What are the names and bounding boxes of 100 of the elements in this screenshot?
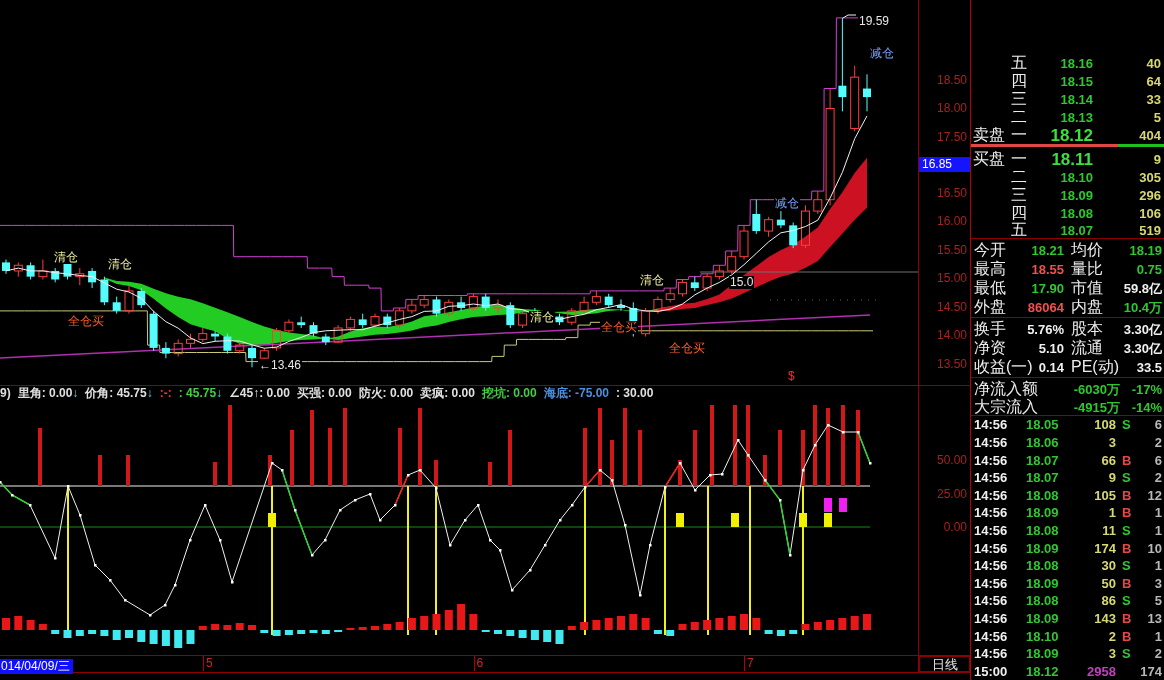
stat-value: 59.8亿 [1123,279,1162,298]
stat-label: 换手 [974,319,1006,340]
trade-price: 18.06 [1026,435,1060,450]
trade-time: 14:56 [974,558,1009,574]
bid-volume: 305 [1138,169,1161,185]
stat-label: 内盘 [1071,297,1103,318]
trade-volume: 86 [1100,593,1116,609]
trade-volume: 108 [1093,417,1116,433]
price-axis-label: 17.50 [936,130,967,144]
trade-side: B [1122,610,1132,626]
trend-arrow: ↓ [72,386,79,400]
trend-arrow: ↓ [216,386,223,400]
side-label: 买盘 [973,150,1005,168]
trade-volume: 11 [1101,522,1116,538]
trade-side: B [1122,505,1132,521]
trade-count: 2 [1153,470,1162,486]
price-axis-label: 14.50 [936,300,967,314]
price-axis-label: 16.50 [936,186,967,200]
trade-volume: 30 [1100,558,1116,574]
trade-count: 1 [1153,558,1162,574]
trade-volume: 66 [1100,452,1116,468]
trade-price: 18.12 [1026,663,1060,679]
month-label: 6 [473,656,484,671]
month-label: 5 [203,656,213,671]
trade-time: 14:56 [974,628,1009,644]
marker-label: $ [787,370,796,383]
ask-volume: 404 [1138,128,1161,144]
bid-price: 18.10 [1059,169,1093,185]
ask-price: 18.12 [1049,125,1093,146]
level-label: 二 [1011,107,1028,128]
trade-side: S [1122,646,1131,662]
trade-count: 5 [1153,593,1162,609]
trade-volume: 50 [1100,575,1116,591]
trade-time: 14:56 [974,417,1009,433]
trade-time: 14:56 [974,593,1009,609]
flow-amount: -4915万 [1072,398,1120,417]
trade-side: B [1122,452,1132,468]
level-label: 四 [1011,71,1028,92]
trade-volume: 1 [1107,505,1116,521]
indicator-axis-label: 50.00 [936,453,967,467]
bid-volume: 9 [1152,152,1161,168]
trade-time: 14:56 [974,470,1009,486]
stat-label: 最低 [974,278,1006,299]
trade-time: 14:56 [974,435,1009,450]
level-label: 三 [1011,89,1028,110]
trade-time: 14:56 [974,575,1009,591]
flow-percent: -17% [1130,382,1162,398]
trade-volume: 174 [1093,540,1116,556]
stat-value: 0.75 [1136,262,1162,278]
trade-side: B [1122,540,1132,556]
trade-side: S [1122,593,1131,609]
stat-label: 外盘 [974,297,1006,318]
stat-value: 33.5 [1136,360,1162,376]
level-label: 四 [1011,202,1028,222]
stat-value: 18.21 [1031,243,1064,259]
flow-amount: -6030万 [1072,380,1120,399]
trade-volume: 2 [1107,628,1116,644]
trade-volume: 105 [1093,487,1116,503]
period-button[interactable]: 日线 [919,656,970,672]
bid-volume: 106 [1138,205,1161,221]
trade-count: 1 [1153,505,1162,521]
trade-price: 18.08 [1026,593,1060,609]
trade-volume: 3 [1107,435,1116,450]
trade-price: 18.07 [1026,470,1060,486]
flow-label: 净流入额 [974,379,1039,398]
stat-label: 均价 [1071,240,1103,261]
side-label: 卖盘 [973,126,1005,144]
price-axis-label: 16.00 [936,214,967,228]
trade-price: 18.08 [1026,487,1060,503]
level-label: 一 [1011,125,1028,146]
stat-value: 17.90 [1031,281,1064,297]
ask-price: 18.15 [1059,74,1093,90]
indicator-reading: 价角: 45.75 [85,384,147,402]
bid-volume: 296 [1138,187,1161,203]
trade-side: S [1122,470,1131,486]
trade-price: 18.07 [1026,452,1060,468]
trade-price: 18.09 [1026,575,1060,591]
indicator-axis-label: 0.00 [943,520,967,534]
ask-volume: 40 [1145,56,1161,72]
trade-time: 14:56 [974,522,1009,538]
level-label: 五 [1011,220,1028,241]
price-axis-label: 18.50 [936,73,967,87]
trade-count: 13 [1146,610,1162,626]
stat-label: 流通 [1071,338,1103,359]
level-label: 三 [1011,184,1028,205]
stat-value: 3.30亿 [1123,320,1162,339]
trade-time: 15:00 [974,663,1009,679]
price-axis-label: 14.00 [936,328,967,342]
flow-label: 大宗流入 [974,397,1039,418]
stat-label: 市值 [1071,278,1103,299]
trade-side: S [1122,522,1131,538]
trade-side: B [1122,487,1132,503]
trade-price: 18.09 [1026,646,1060,662]
trade-price: 18.09 [1026,505,1060,521]
trade-count: 1 [1153,522,1162,538]
indicator-reading: 里角: 0.00 [17,384,73,402]
ask-volume: 33 [1145,92,1161,108]
indicator-reading: 海底: -75.00 [543,384,609,402]
trade-count: 3 [1153,575,1162,591]
current-price-label: 16.85 [919,157,970,172]
